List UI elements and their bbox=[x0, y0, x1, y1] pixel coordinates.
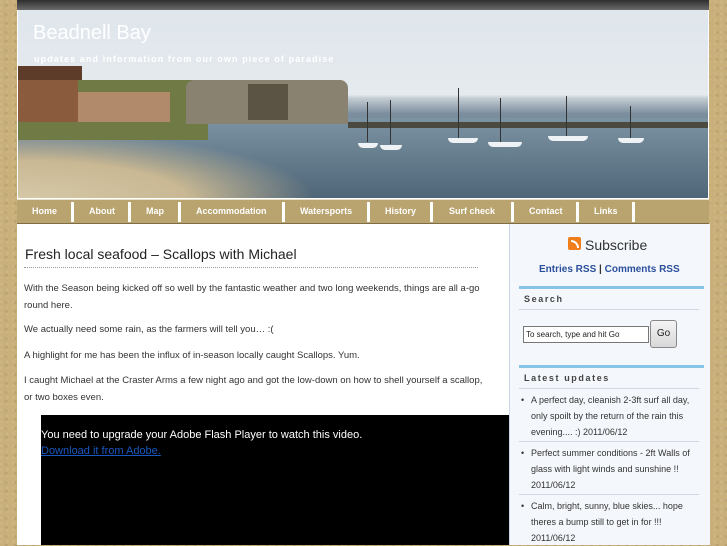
search-heading-divider bbox=[519, 309, 699, 310]
update-divider bbox=[519, 494, 699, 495]
update-divider bbox=[519, 441, 699, 442]
boat-image bbox=[618, 138, 644, 143]
flash-upgrade-message: You need to upgrade your Adobe Flash Pla… bbox=[41, 429, 363, 441]
nav-divider bbox=[576, 202, 579, 222]
post-paragraph: A highlight for me has been the influx o… bbox=[24, 350, 360, 361]
nav-home[interactable]: Home bbox=[32, 200, 57, 223]
update-item[interactable]: Calm, bright, sunny, blue skies... hope … bbox=[521, 498, 699, 546]
boat-image bbox=[548, 136, 588, 141]
go-button[interactable]: Go bbox=[650, 320, 677, 348]
pier-image bbox=[348, 122, 708, 128]
mast-image bbox=[630, 106, 631, 138]
beach-image bbox=[18, 130, 318, 198]
title-divider bbox=[24, 267, 478, 268]
nav-divider bbox=[71, 202, 74, 222]
nav-divider bbox=[511, 202, 514, 222]
nav-divider bbox=[632, 202, 635, 222]
nav-divider bbox=[430, 202, 433, 222]
boat-image bbox=[358, 143, 378, 148]
top-bar bbox=[17, 0, 709, 10]
post-paragraph: I caught Michael at the Craster Arms a f… bbox=[24, 375, 483, 403]
mast-image bbox=[390, 100, 391, 144]
search-heading: Search bbox=[519, 286, 704, 307]
boat-image bbox=[448, 138, 478, 143]
main-nav: Home About Map Accommodation Watersports… bbox=[17, 199, 709, 224]
rss-separator: | bbox=[596, 264, 605, 275]
search-input[interactable] bbox=[523, 326, 649, 343]
rss-icon[interactable] bbox=[568, 237, 581, 250]
rss-links: Entries RSS | Comments RSS bbox=[539, 264, 680, 275]
nav-divider bbox=[367, 202, 370, 222]
nav-watersports[interactable]: Watersports bbox=[300, 200, 352, 223]
post-paragraph: We actually need some rain, as the farme… bbox=[24, 324, 274, 335]
mast-image bbox=[367, 102, 368, 142]
boat-image bbox=[380, 145, 402, 150]
lime-kiln-door-image bbox=[248, 84, 288, 120]
mast-image bbox=[566, 96, 567, 136]
post-title[interactable]: Fresh local seafood – Scallops with Mich… bbox=[25, 246, 297, 262]
boat-image bbox=[488, 142, 522, 147]
nav-history[interactable]: History bbox=[385, 200, 416, 223]
mast-image bbox=[458, 88, 459, 138]
nav-contact[interactable]: Contact bbox=[529, 200, 563, 223]
nav-divider bbox=[282, 202, 285, 222]
entries-rss-link[interactable]: Entries RSS bbox=[539, 264, 596, 275]
mast-image bbox=[500, 98, 501, 142]
flash-video-player[interactable]: You need to upgrade your Adobe Flash Pla… bbox=[41, 415, 509, 545]
nav-divider bbox=[178, 202, 181, 222]
nav-surf-check[interactable]: Surf check bbox=[449, 200, 495, 223]
nav-about[interactable]: About bbox=[89, 200, 115, 223]
download-flash-link[interactable]: Download it from Adobe. bbox=[41, 445, 161, 457]
nav-map[interactable]: Map bbox=[146, 200, 164, 223]
subscribe-heading[interactable]: Subscribe bbox=[585, 237, 647, 253]
comments-rss-link[interactable]: Comments RSS bbox=[605, 264, 680, 275]
nav-divider bbox=[128, 202, 131, 222]
update-item[interactable]: Perfect summer conditions - 2ft Walls of… bbox=[521, 445, 699, 493]
post-paragraph: With the Season being kicked off so well… bbox=[24, 283, 480, 311]
latest-updates-heading: Latest updates bbox=[519, 365, 704, 386]
update-item[interactable]: A perfect day, cleanish 2-3ft surf all d… bbox=[521, 392, 699, 440]
building-image bbox=[78, 92, 170, 122]
latest-heading-divider bbox=[519, 388, 699, 389]
building-image bbox=[18, 66, 82, 122]
nav-accommodation[interactable]: Accommodation bbox=[196, 200, 267, 223]
site-title[interactable]: Beadnell Bay bbox=[33, 22, 151, 45]
header-banner: Beadnell Bay updates and information fro… bbox=[18, 10, 708, 198]
nav-links[interactable]: Links bbox=[594, 200, 618, 223]
site-tagline: updates and information from our own pie… bbox=[34, 54, 335, 64]
